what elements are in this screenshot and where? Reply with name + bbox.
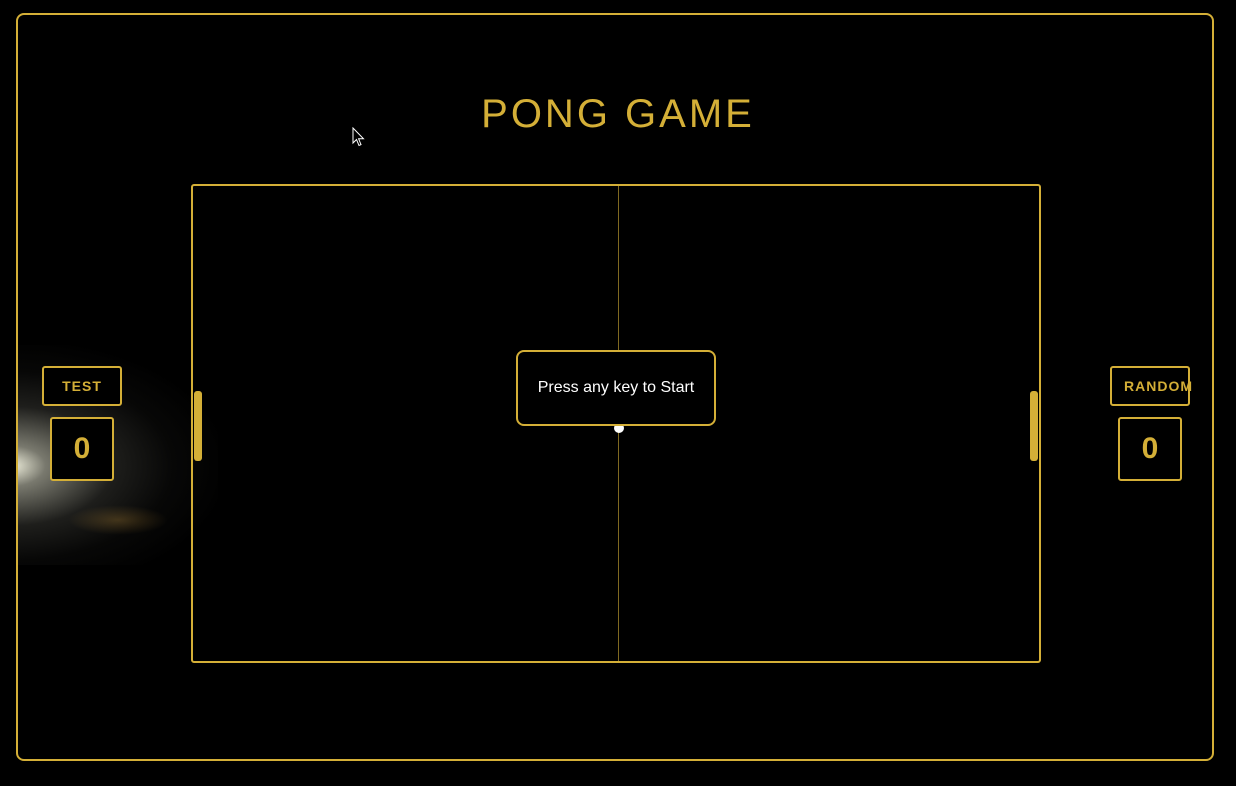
left-player-name: TEST bbox=[42, 366, 122, 406]
start-message: Press any key to Start bbox=[516, 350, 716, 426]
light-reflection bbox=[68, 505, 168, 535]
left-paddle bbox=[194, 391, 202, 461]
left-player-score: 0 bbox=[50, 417, 114, 481]
page-title: PONG GAME bbox=[481, 92, 755, 136]
right-player-score: 0 bbox=[1118, 417, 1182, 481]
mouse-pointer-icon bbox=[352, 127, 365, 147]
right-player-name: RANDOM bbox=[1110, 366, 1192, 406]
right-paddle bbox=[1030, 391, 1038, 461]
